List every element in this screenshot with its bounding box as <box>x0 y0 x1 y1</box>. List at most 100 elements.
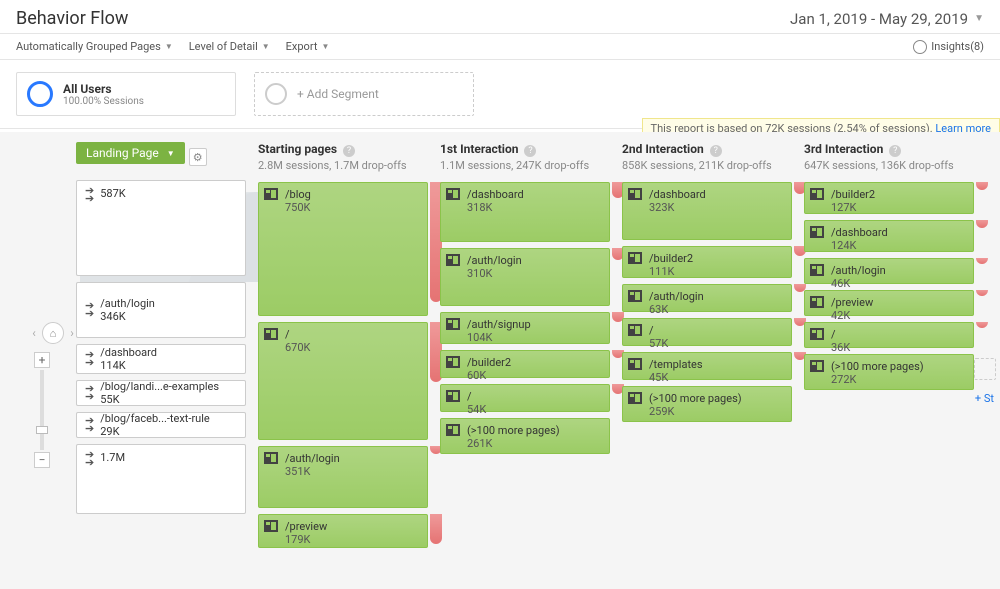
column-title: Starting pages <box>258 142 337 156</box>
chevron-down-icon: ▼ <box>167 149 175 158</box>
page-path: (>100 more pages) <box>467 424 601 437</box>
page-count: 670K <box>285 341 419 354</box>
page-node[interactable]: /preview179K <box>258 514 428 548</box>
source-text: 1.7M <box>100 451 125 464</box>
date-range-picker[interactable]: Jan 1, 2019 - May 29, 2019 ▼ <box>790 10 984 28</box>
page-icon <box>628 290 642 302</box>
page-path: /blog <box>285 188 419 201</box>
source-node[interactable]: ➔➔587K <box>76 180 246 276</box>
page-node[interactable]: /builder260K <box>440 350 610 378</box>
page-icon <box>810 264 824 276</box>
node-wrap: /builder260K <box>440 350 610 378</box>
node-wrap: /builder2127K <box>804 182 974 214</box>
dropoff-indicator <box>976 290 988 296</box>
page-path: /builder2 <box>831 188 965 201</box>
page-node[interactable]: /54K <box>440 384 610 412</box>
page-node[interactable]: (>100 more pages)272K <box>804 354 974 390</box>
node-wrap: /dashboard318K <box>440 182 610 242</box>
page-node[interactable]: /57K <box>622 318 792 346</box>
insights-icon <box>913 40 927 54</box>
page-node[interactable]: /auth/login46K <box>804 258 974 284</box>
help-icon[interactable]: ? <box>343 145 355 157</box>
source-node[interactable]: ➔➔1.7M <box>76 444 246 514</box>
page-node[interactable]: (>100 more pages)261K <box>440 418 610 454</box>
insights-button[interactable]: Insights(8) <box>913 40 984 54</box>
page-path: / <box>649 324 783 337</box>
flow-column: Starting pages?2.8M sessions, 1.7M drop-… <box>258 142 428 589</box>
page-node[interactable]: /auth/signup104K <box>440 312 610 344</box>
flow-arrow-icon: ➔➔ <box>85 187 94 202</box>
flow-column: 3rd Interaction?647K sessions, 136K drop… <box>804 142 974 589</box>
node-wrap: /preview179K <box>258 514 428 548</box>
level-of-detail-dropdown[interactable]: Level of Detail ▼ <box>189 40 270 53</box>
help-icon[interactable]: ? <box>524 145 536 157</box>
node-wrap: /dashboard323K <box>622 182 792 240</box>
page-icon <box>628 252 642 264</box>
flow-arrow-icon: ➔➔ <box>85 417 94 432</box>
zoom-out-button[interactable]: − <box>34 452 50 468</box>
page-node[interactable]: /36K <box>804 322 974 348</box>
page-node[interactable]: /auth/login310K <box>440 248 610 306</box>
page-count: 63K <box>649 303 783 316</box>
chevron-down-icon: ▼ <box>262 42 270 51</box>
source-node[interactable]: ➔➔/blog/landi...e-examples55K <box>76 380 246 406</box>
page-count: 57K <box>649 337 783 350</box>
node-wrap: (>100 more pages)272K <box>804 354 974 390</box>
source-text: /auth/login346K <box>100 297 155 323</box>
page-node[interactable]: /builder2111K <box>622 246 792 278</box>
flow-column: 2nd Interaction?858K sessions, 211K drop… <box>622 142 792 589</box>
page-path: /templates <box>649 358 783 371</box>
column-header: 2nd Interaction? <box>622 142 792 157</box>
page-node[interactable]: /templates45K <box>622 352 792 380</box>
page-path: / <box>831 328 965 341</box>
source-node[interactable]: ➔➔/dashboard114K <box>76 344 246 374</box>
source-node[interactable]: ➔➔/blog/faceb...-text-rule29K <box>76 412 246 438</box>
page-count: 46K <box>831 277 965 290</box>
pan-left-button[interactable]: ‹ <box>28 323 40 343</box>
help-icon[interactable]: ? <box>710 145 722 157</box>
column-sub: 647K sessions, 136K drop-offs <box>804 159 974 172</box>
page-path: / <box>467 390 601 403</box>
page-node[interactable]: /auth/login351K <box>258 446 428 508</box>
page-node[interactable]: /dashboard323K <box>622 182 792 240</box>
pan-controls: ‹ ⌂ › <box>28 322 78 344</box>
page-icon <box>810 296 824 308</box>
zoom-slider[interactable] <box>40 370 44 450</box>
page-count: 111K <box>649 265 783 278</box>
flow-column: 1st Interaction?1.1M sessions, 247K drop… <box>440 142 610 589</box>
segment-all-users[interactable]: All Users 100.00% Sessions <box>16 72 236 116</box>
gear-icon[interactable]: ⚙ <box>189 148 207 166</box>
source-text: /dashboard114K <box>100 346 157 372</box>
page-icon <box>446 254 460 266</box>
dropoff-indicator <box>976 220 988 228</box>
export-dropdown[interactable]: Export ▼ <box>286 40 330 53</box>
zoom-in-button[interactable]: + <box>34 352 50 368</box>
auto-pages-label: Automatically Grouped Pages <box>16 40 161 53</box>
page-node[interactable]: /preview42K <box>804 290 974 316</box>
auto-grouped-pages-dropdown[interactable]: Automatically Grouped Pages ▼ <box>16 40 173 53</box>
dimension-selector[interactable]: Landing Page▼ <box>76 142 185 164</box>
add-segment-button[interactable]: + Add Segment <box>254 72 474 116</box>
page-node[interactable]: /670K <box>258 322 428 440</box>
page-icon <box>446 390 460 402</box>
segment-circle-grey-icon <box>265 83 287 105</box>
chevron-down-icon: ▼ <box>974 13 984 24</box>
node-wrap: /auth/login310K <box>440 248 610 306</box>
page-node[interactable]: /builder2127K <box>804 182 974 214</box>
insights-label: Insights(8) <box>931 40 984 53</box>
help-icon[interactable]: ? <box>889 145 901 157</box>
page-count: 124K <box>831 239 965 252</box>
flow-columns: Landing Page▼⚙➔➔587K➔➔/auth/login346K➔➔/… <box>76 142 1000 589</box>
page-icon <box>810 226 824 238</box>
page-node[interactable]: /dashboard318K <box>440 182 610 242</box>
page-node[interactable]: /dashboard124K <box>804 220 974 252</box>
page-node[interactable]: (>100 more pages)259K <box>622 386 792 422</box>
zoom-handle[interactable] <box>36 426 48 434</box>
source-node[interactable]: ➔➔/auth/login346K <box>76 282 246 338</box>
node-wrap: /36K <box>804 322 974 348</box>
page-icon <box>446 424 460 436</box>
page-node[interactable]: /auth/login63K <box>622 284 792 312</box>
home-button[interactable]: ⌂ <box>42 322 64 344</box>
page-icon <box>810 328 824 340</box>
page-node[interactable]: /blog750K <box>258 182 428 316</box>
